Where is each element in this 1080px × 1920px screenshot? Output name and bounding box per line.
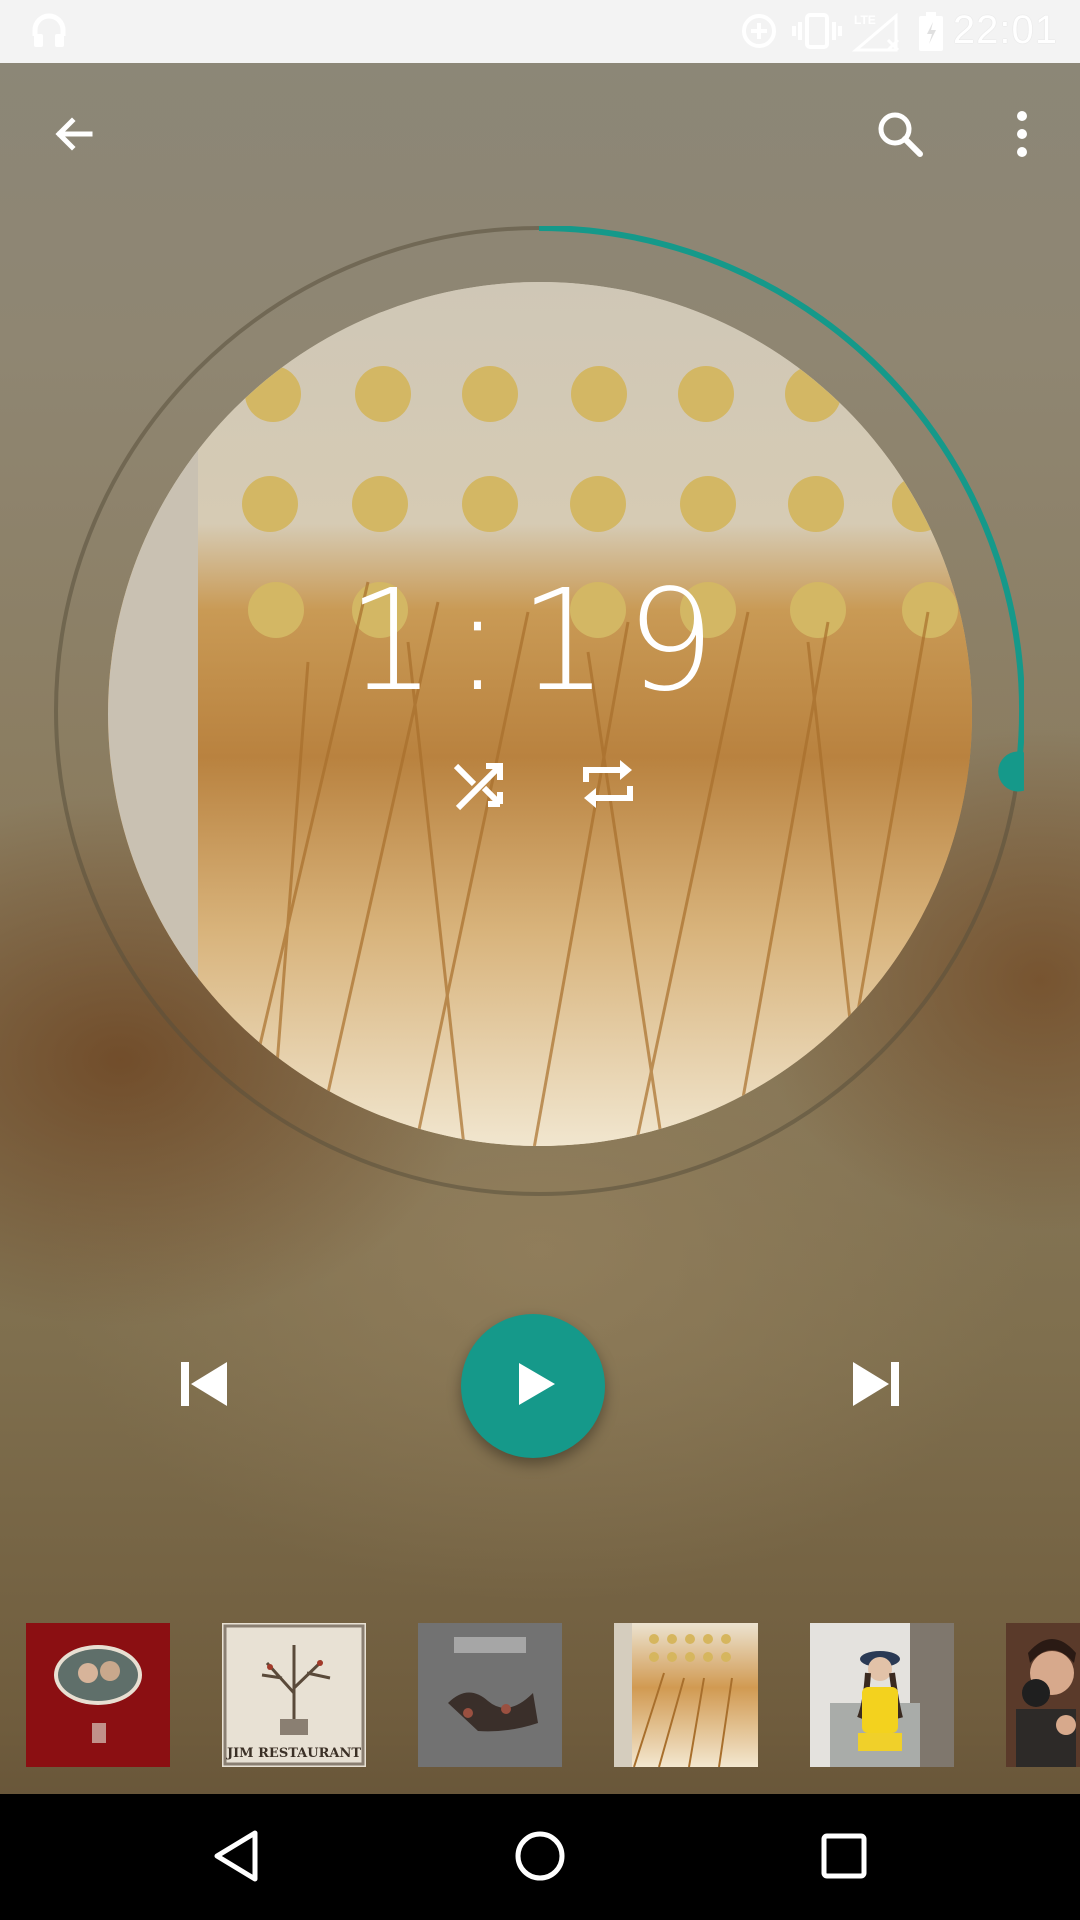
play-icon	[517, 1361, 557, 1411]
status-time: 22:01	[952, 8, 1058, 52]
skip-previous-icon	[179, 1359, 229, 1413]
repeat-button[interactable]	[568, 746, 648, 826]
nav-home-icon	[513, 1829, 567, 1887]
lte-signal-icon: LTE	[851, 12, 904, 56]
album-thumb-1[interactable]	[26, 1623, 170, 1767]
previous-button[interactable]	[164, 1346, 244, 1426]
back-button[interactable]	[34, 96, 114, 176]
album-strip[interactable]: JIM RESTAURANT	[26, 1623, 1080, 1767]
battery-icon	[918, 12, 944, 56]
repeat-icon	[576, 752, 640, 820]
album-thumb-3[interactable]	[418, 1623, 562, 1767]
more-options-button[interactable]	[982, 96, 1062, 176]
progress-thumb[interactable]	[998, 751, 1024, 792]
search-icon	[874, 108, 926, 164]
album-cover-art	[418, 1623, 562, 1767]
svg-text:JIM RESTAURANT: JIM RESTAURANT	[226, 1746, 361, 1761]
nav-home-button[interactable]	[500, 1818, 580, 1898]
navigation-bar	[0, 1794, 1080, 1920]
play-button[interactable]	[461, 1314, 605, 1458]
nav-recents-button[interactable]	[804, 1818, 884, 1898]
data-saver-icon	[740, 12, 778, 54]
arrow-back-icon	[50, 110, 98, 162]
search-button[interactable]	[860, 96, 940, 176]
shuffle-icon	[450, 756, 510, 820]
album-cover-art	[614, 1623, 758, 1767]
elapsed-time: 1:19	[346, 560, 734, 723]
nav-back-icon	[211, 1829, 261, 1887]
more-vert-icon	[1014, 110, 1030, 162]
album-cover-art: JIM RESTAURANT	[222, 1623, 366, 1767]
skip-next-icon	[851, 1359, 901, 1413]
vibrate-icon	[792, 12, 842, 54]
album-cover-art	[810, 1623, 954, 1767]
album-cover-art	[1006, 1623, 1080, 1767]
svg-text:LTE: LTE	[854, 13, 876, 27]
shuffle-button[interactable]	[440, 748, 520, 828]
album-thumb-6[interactable]	[1006, 1623, 1080, 1767]
album-cover-art	[26, 1623, 170, 1767]
album-thumb-5[interactable]	[810, 1623, 954, 1767]
headset-icon	[32, 12, 66, 54]
status-bar: LTE 22:01	[0, 0, 1080, 63]
next-button[interactable]	[836, 1346, 916, 1426]
album-thumb-2[interactable]: JIM RESTAURANT	[222, 1623, 366, 1767]
album-thumb-4[interactable]	[614, 1623, 758, 1767]
nav-back-button[interactable]	[196, 1818, 276, 1898]
nav-recents-icon	[819, 1831, 869, 1885]
